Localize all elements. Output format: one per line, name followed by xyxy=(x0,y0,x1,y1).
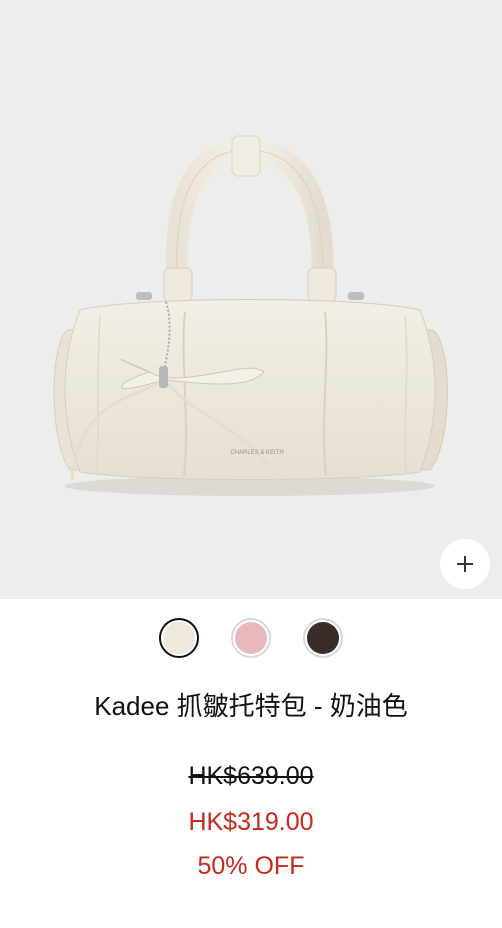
brand-stamp: CHARLES & KEITH xyxy=(230,450,283,456)
zoom-button[interactable] xyxy=(440,539,490,589)
swatch-pink[interactable] xyxy=(231,618,271,658)
swatch-dark-brown[interactable] xyxy=(303,618,343,658)
swatch-cream[interactable] xyxy=(159,618,199,658)
color-swatches xyxy=(0,618,502,658)
plus-icon xyxy=(457,556,473,572)
sale-price: HK$319.00 xyxy=(188,808,314,836)
discount-label: 50% OFF xyxy=(197,852,305,880)
product-image[interactable]: CHARLES & KEITH xyxy=(0,0,502,599)
original-price: HK$639.00 xyxy=(188,762,314,790)
product-title[interactable]: Kadee 抓皺托特包 - 奶油色 xyxy=(0,686,502,723)
product-image-area[interactable]: CHARLES & KEITH xyxy=(0,0,502,599)
